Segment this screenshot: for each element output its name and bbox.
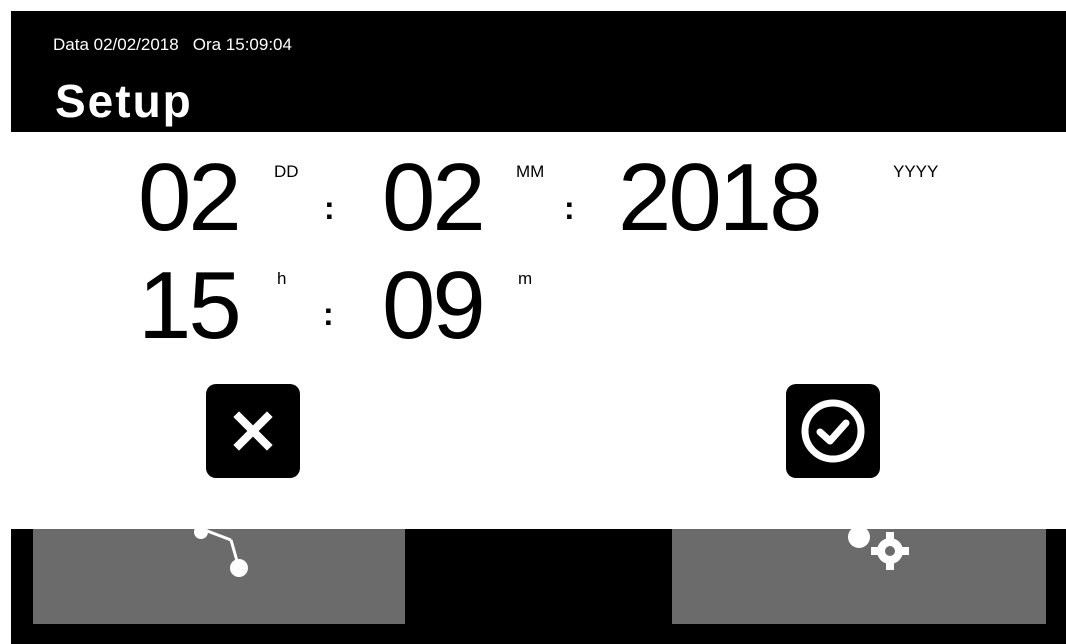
day-value: 02 <box>138 144 242 251</box>
cancel-button[interactable] <box>206 384 300 478</box>
hour-value: 15 <box>138 252 242 359</box>
network-nodes-icon <box>194 529 248 577</box>
datetime-dialog: 02 DD : 02 MM : 2018 YYYY 15 h : 09 m <box>11 132 1066 529</box>
date-separator-2: : <box>564 190 575 226</box>
minute-value: 09 <box>382 252 486 359</box>
network-tile[interactable] <box>33 529 405 624</box>
month-value: 02 <box>382 144 486 251</box>
date-separator-1: : <box>324 190 335 226</box>
current-date: Data 02/02/2018 <box>53 35 179 54</box>
current-time: Ora 15:09:04 <box>192 35 292 54</box>
year-value: 2018 <box>618 144 823 251</box>
confirm-button[interactable] <box>786 384 880 478</box>
page-title: Setup <box>55 75 193 127</box>
year-unit: YYYY <box>893 162 939 181</box>
month-unit: MM <box>516 162 545 181</box>
gears-icon <box>848 529 909 570</box>
minute-unit: m <box>518 269 533 288</box>
hour-unit: h <box>277 269 287 288</box>
time-separator: : <box>323 296 334 332</box>
status-bar: Data 02/02/2018 Ora 15:09:04 <box>53 35 292 55</box>
day-unit: DD <box>274 162 299 181</box>
close-icon <box>233 411 273 451</box>
check-circle-icon <box>801 399 865 463</box>
settings-tile[interactable] <box>672 529 1046 624</box>
